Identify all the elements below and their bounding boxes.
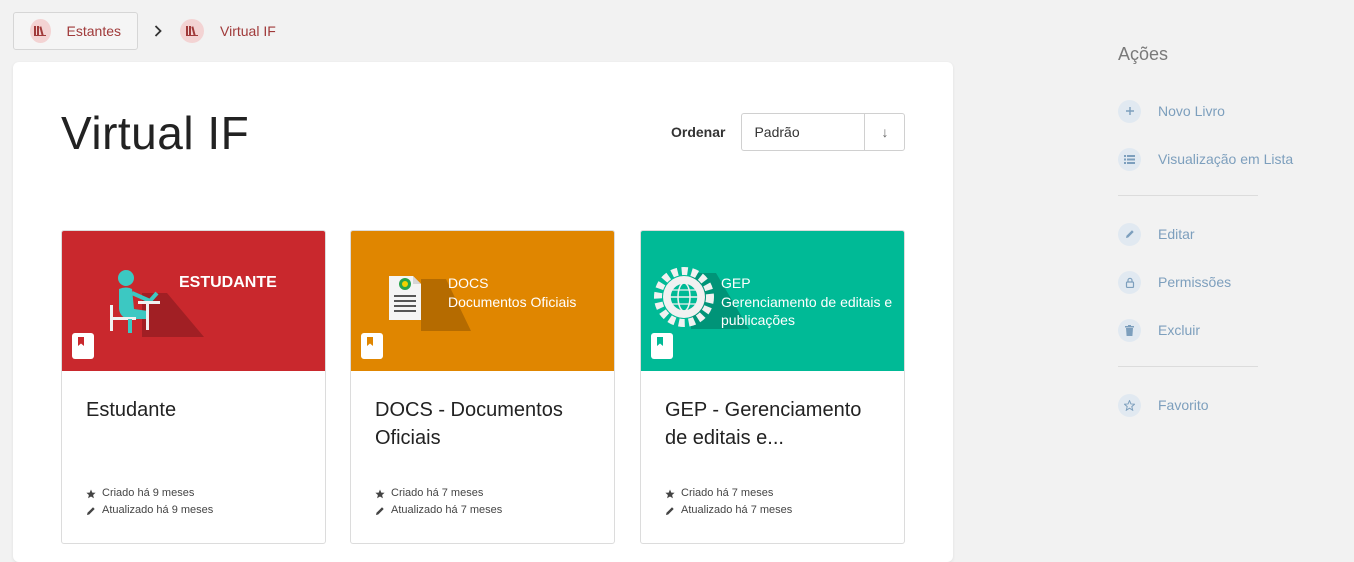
page-title: Virtual IF <box>61 107 250 159</box>
favorite-button[interactable]: Favorito <box>1118 381 1318 429</box>
book-meta: Criado há 7 meses Atualizado há 7 meses <box>665 485 792 519</box>
action-label: Visualização em Lista <box>1158 151 1294 167</box>
star-icon <box>1118 393 1141 417</box>
breadcrumb-item-virtual-if[interactable]: Virtual IF <box>180 12 292 50</box>
cover-heading: DOCS <box>448 275 489 291</box>
book-card-docs[interactable]: DOCS Documentos Oficiais DOCS - Document… <box>350 230 615 544</box>
book-cover: DOCS Documentos Oficiais <box>351 231 614 371</box>
book-title[interactable]: DOCS - Documentos Oficiais <box>375 396 595 452</box>
bookmark-icon <box>651 333 673 359</box>
sort-direction-button[interactable]: ↓ <box>864 113 906 151</box>
list-icon <box>1118 147 1141 171</box>
pencil-icon <box>1118 222 1141 246</box>
action-label: Novo Livro <box>1158 103 1225 119</box>
chevron-right-icon <box>154 25 162 37</box>
main-panel: Virtual IF Ordenar Padrão ↓ ESTUDANTE Es… <box>13 62 953 562</box>
updated-text: Atualizado há 7 meses <box>391 504 503 516</box>
updated-text: Atualizado há 7 meses <box>681 504 793 516</box>
action-label: Favorito <box>1158 397 1209 413</box>
list-view-button[interactable]: Visualização em Lista <box>1118 135 1318 183</box>
sort-select[interactable]: Padrão <box>741 113 865 151</box>
action-label: Editar <box>1158 226 1195 242</box>
permissions-button[interactable]: Permissões <box>1118 258 1318 306</box>
cover-subheading: Gerenciamento de editais e publicações <box>721 294 893 328</box>
breadcrumb: Estantes Virtual IF <box>13 12 292 50</box>
arrow-down-icon: ↓ <box>881 124 889 140</box>
star-icon <box>86 489 96 498</box>
actions-heading: Ações <box>1118 44 1169 64</box>
pencil-icon <box>376 506 384 515</box>
breadcrumb-label: Estantes <box>66 23 121 39</box>
divider <box>1118 366 1258 367</box>
cover-heading: GEP <box>721 275 751 291</box>
bookmark-icon <box>361 333 383 359</box>
book-card-gep[interactable]: GEP Gerenciamento de editais e publicaçõ… <box>640 230 905 544</box>
trash-icon <box>1118 318 1141 342</box>
star-icon <box>375 489 385 498</box>
bookmark-icon <box>72 333 94 359</box>
book-cover: ESTUDANTE <box>62 231 325 371</box>
edit-button[interactable]: Editar <box>1118 210 1318 258</box>
action-label: Permissões <box>1158 274 1232 290</box>
book-cover: GEP Gerenciamento de editais e publicaçõ… <box>641 231 904 371</box>
book-meta: Criado há 9 meses Atualizado há 9 meses <box>86 485 213 519</box>
divider <box>1118 195 1258 196</box>
sort-control: Ordenar Padrão ↓ <box>671 113 906 151</box>
sort-label: Ordenar <box>671 124 726 140</box>
bookshelf-icon <box>30 19 51 43</box>
created-text: Criado há 9 meses <box>102 487 195 499</box>
created-text: Criado há 7 meses <box>681 487 774 499</box>
created-text: Criado há 7 meses <box>391 487 484 499</box>
breadcrumb-item-estantes[interactable]: Estantes <box>13 12 138 50</box>
new-book-button[interactable]: Novo Livro <box>1118 87 1318 135</box>
pencil-icon <box>666 506 674 515</box>
updated-text: Atualizado há 9 meses <box>102 504 214 516</box>
pencil-icon <box>87 506 95 515</box>
actions-sidebar: Ações Novo Livro Visualização em Lista E… <box>1118 44 1318 429</box>
book-meta: Criado há 7 meses Atualizado há 7 meses <box>375 485 502 519</box>
cover-heading: ESTUDANTE <box>179 274 277 291</box>
cover-subheading: Documentos Oficiais <box>448 294 577 310</box>
plus-icon <box>1118 99 1141 123</box>
bookshelf-icon <box>180 19 204 43</box>
book-title[interactable]: GEP - Gerenciamento de editais e... <box>665 396 885 452</box>
delete-button[interactable]: Excluir <box>1118 306 1318 354</box>
action-label: Excluir <box>1158 322 1201 338</box>
star-icon <box>665 489 675 498</box>
breadcrumb-label: Virtual IF <box>220 23 276 39</box>
book-card-estudante[interactable]: ESTUDANTE Estudante Criado há 9 meses At… <box>61 230 326 544</box>
student-illustration <box>110 270 204 337</box>
book-title[interactable]: Estudante <box>86 396 306 424</box>
lock-icon <box>1118 270 1141 294</box>
